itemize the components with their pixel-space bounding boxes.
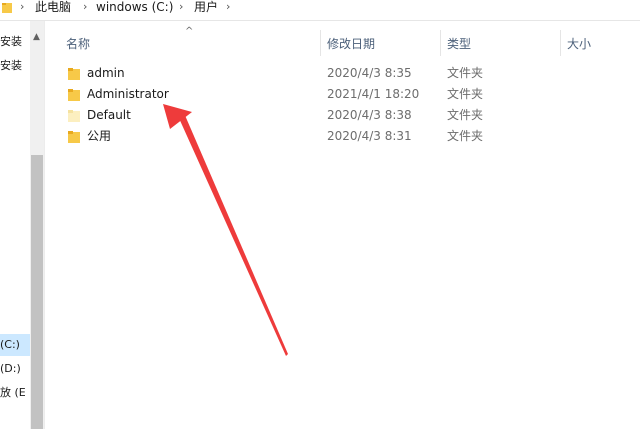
sort-ascending-icon: ^ [185,26,194,37]
file-name[interactable]: 公用 [87,126,111,147]
nav-item-drive-e[interactable]: 放 (E [0,382,30,404]
nav-item[interactable]: 安装 [0,55,30,77]
annotation-arrow-shaft [178,113,288,356]
file-date: 2021/4/1 18:20 [327,87,420,101]
file-type: 文件夹 [447,129,484,143]
file-row-administrator[interactable]: Administrator 2021/4/1 18:20 文件夹 [60,84,580,105]
file-row-admin[interactable]: admin 2020/4/3 8:35 文件夹 [60,63,580,84]
nav-item-drive-c[interactable]: (C:) [0,334,30,356]
breadcrumb-separator[interactable]: › [83,0,87,18]
folder-icon [68,68,80,80]
nav-scrollbar[interactable]: ▲ [30,21,44,429]
pane-divider[interactable] [44,21,45,429]
folder-icon [2,3,12,13]
folder-hidden-icon [68,110,80,122]
breadcrumb-separator[interactable]: › [179,0,183,18]
folder-icon [68,89,80,101]
column-header-size[interactable]: 大小 [567,30,591,58]
file-date: 2020/4/3 8:38 [327,108,412,122]
file-type: 文件夹 [447,87,484,101]
scrollbar-thumb[interactable] [31,155,43,429]
file-name[interactable]: Default [87,105,131,126]
breadcrumb-users[interactable]: 用户 [194,0,218,18]
nav-item-drive-d[interactable]: (D:) [0,358,30,380]
scroll-up-icon[interactable]: ▲ [33,33,40,42]
column-separator[interactable] [440,30,441,56]
file-row-public[interactable]: 公用 2020/4/3 8:31 文件夹 [60,126,580,147]
column-separator[interactable] [320,30,321,56]
breadcrumb-separator[interactable]: › [226,0,230,18]
file-name[interactable]: admin [87,63,125,84]
file-type: 文件夹 [447,108,484,122]
column-header-date[interactable]: 修改日期 [327,30,375,58]
breadcrumb-separator: › [20,0,25,13]
nav-item[interactable]: 安装 [0,31,30,53]
file-type: 文件夹 [447,66,484,80]
breadcrumb-windows-c[interactable]: windows (C:) [96,0,173,18]
folder-icon [68,131,80,143]
file-date: 2020/4/3 8:31 [327,129,412,143]
file-date: 2020/4/3 8:35 [327,66,412,80]
column-header-type[interactable]: 类型 [447,30,471,58]
file-row-default[interactable]: Default 2020/4/3 8:38 文件夹 [60,105,580,126]
navigation-pane: 安装 安装 (C:) (D:) 放 (E [0,21,30,429]
breadcrumb-this-pc[interactable]: 此电脑 [35,0,71,18]
column-separator[interactable] [560,30,561,56]
file-name[interactable]: Administrator [87,84,169,105]
column-header-name[interactable]: 名称 [66,30,90,58]
address-bar[interactable]: › 此电脑 › windows (C:) › 用户 › [0,0,640,21]
